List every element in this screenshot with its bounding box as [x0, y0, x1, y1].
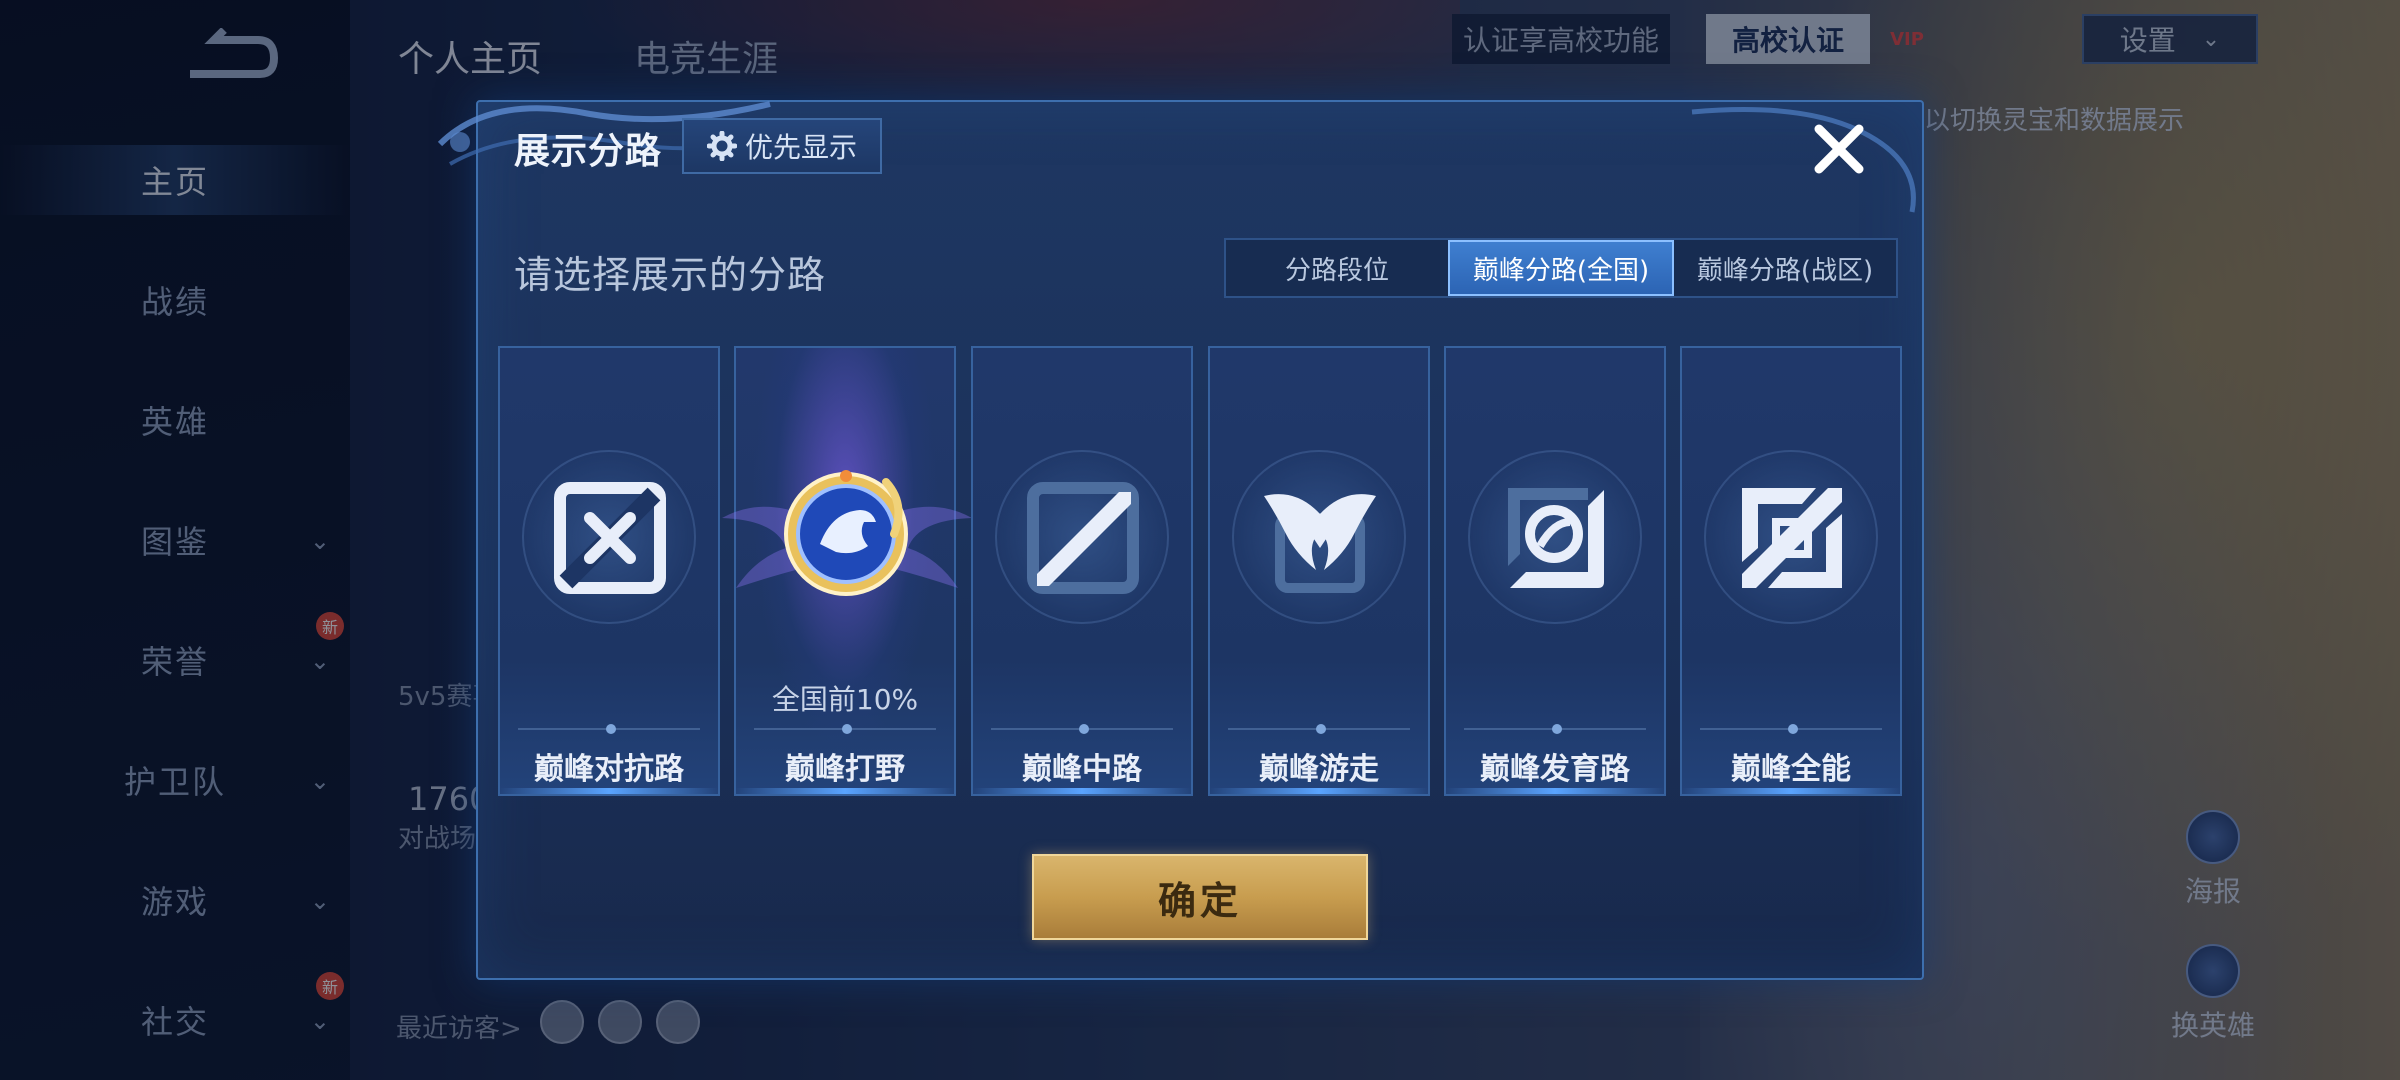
lane-card-top[interactable]: 巅峰对抗路: [498, 346, 720, 796]
crosshair-icon: [1508, 488, 1604, 588]
priority-display-label: 优先显示: [744, 131, 857, 164]
divider-dot: [842, 724, 852, 734]
divider-dot: [1788, 724, 1798, 734]
route-display-dialog: 展示分路 优先显示 请选择展示的分路 分路段位 巅峰分路(全国) 巅峰分路(战区…: [437, 100, 1924, 980]
dialog-subtitle: 请选择展示的分路: [514, 253, 827, 297]
rank-text: 全国前10%: [771, 683, 919, 716]
confirm-button[interactable]: 确定: [1032, 854, 1368, 940]
lane-card-mid[interactable]: 巅峰中路: [971, 346, 1193, 796]
wings-icon: [1264, 494, 1376, 593]
divider-dot: [1552, 724, 1562, 734]
sword-shield-icon: [554, 482, 666, 594]
tab-lane-rank[interactable]: 分路段位: [1226, 240, 1448, 296]
dragon-emblem-icon: [784, 470, 908, 596]
divider-dot: [1079, 724, 1089, 734]
lane-label: 巅峰游走: [1259, 752, 1379, 787]
lane-card-jungle[interactable]: 全国前10% 巅峰打野: [722, 346, 972, 796]
lane-card-all[interactable]: 巅峰全能: [1680, 346, 1902, 796]
shuriken-icon: [1742, 488, 1842, 588]
lane-label: 巅峰中路: [1022, 752, 1142, 787]
close-button[interactable]: [1806, 116, 1872, 182]
divider-dot: [606, 724, 616, 734]
divider-dot: [1316, 724, 1326, 734]
dialog-title: 展示分路: [514, 131, 663, 172]
lane-label: 巅峰发育路: [1480, 752, 1630, 787]
lane-card-bot[interactable]: 巅峰发育路: [1444, 346, 1666, 796]
gear-icon: [706, 131, 737, 161]
lane-label: 巅峰打野: [785, 752, 905, 787]
close-icon: [1814, 124, 1864, 174]
lane-card-roam[interactable]: 巅峰游走: [1208, 346, 1430, 796]
lane-label: 巅峰对抗路: [534, 752, 684, 787]
lane-label: 巅峰全能: [1731, 752, 1851, 787]
tab-peak-lane-region[interactable]: 巅峰分路(战区): [1674, 240, 1896, 296]
lane-card-list: 巅峰对抗路 全国前10% 巅峰打野 巅峰中路 巅峰游走 巅峰发育路 巅峰全能: [498, 346, 1902, 796]
ranking-scope-tabs: 分路段位 巅峰分路(全国) 巅峰分路(战区): [1224, 238, 1898, 298]
priority-display-button[interactable]: 优先显示: [682, 118, 882, 174]
slash-icon: [1027, 482, 1139, 594]
tab-peak-lane-national[interactable]: 巅峰分路(全国): [1448, 240, 1674, 296]
